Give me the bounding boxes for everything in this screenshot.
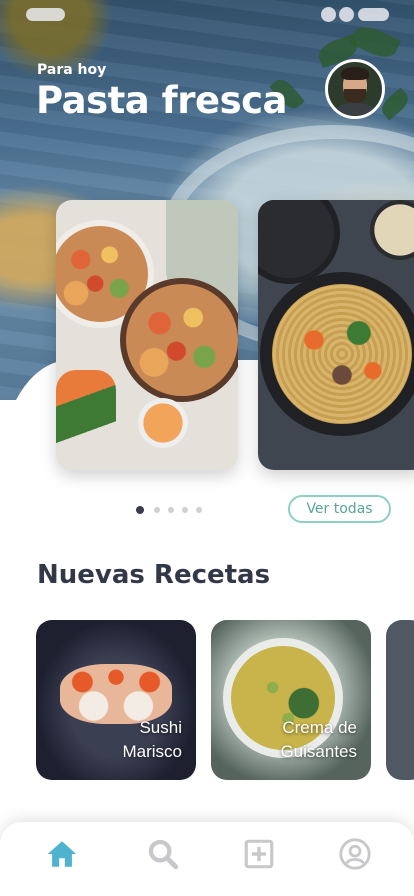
recipe-label-line: Marisco xyxy=(122,742,182,761)
status-signal-icon xyxy=(321,7,336,22)
pan-dish xyxy=(120,278,238,402)
recipe-card-partial[interactable] xyxy=(386,620,414,780)
home-icon xyxy=(47,841,77,867)
pagination-dot-active[interactable] xyxy=(136,506,144,514)
recipe-label: Sushi Marisco xyxy=(122,716,182,764)
carousel-card-salad-bowls[interactable] xyxy=(56,200,238,470)
recipe-label: Crema de Guisantes xyxy=(280,716,357,764)
pagination-dot[interactable] xyxy=(182,507,188,513)
status-time-placeholder xyxy=(26,8,65,21)
carousel-card-noodle-bowl[interactable] xyxy=(258,200,414,470)
pagination-dot[interactable] xyxy=(168,507,174,513)
recipe-label-line: Crema de xyxy=(282,718,357,737)
page-title: Pasta fresca xyxy=(36,79,288,122)
small-bowl xyxy=(258,200,340,284)
bottom-navigation xyxy=(0,822,414,896)
nav-home-button[interactable] xyxy=(40,836,84,872)
recipe-label-line: Guisantes xyxy=(280,742,357,761)
sushi-image xyxy=(60,664,172,724)
carrots xyxy=(56,370,116,470)
avatar[interactable] xyxy=(325,59,385,119)
section-title-new-recipes: Nuevas Recetas xyxy=(37,560,271,590)
search-icon xyxy=(148,839,179,870)
recipe-card-sushi[interactable]: Sushi Marisco xyxy=(36,620,196,780)
nav-profile-button[interactable] xyxy=(333,836,377,872)
avatar-hair xyxy=(341,67,369,80)
drink-glass xyxy=(138,398,188,448)
header-kicker: Para hoy xyxy=(37,62,107,78)
nav-search-button[interactable] xyxy=(141,836,185,872)
herb-leaf xyxy=(349,21,401,63)
profile-icon xyxy=(339,838,371,870)
view-all-button[interactable]: Ver todas xyxy=(288,495,391,523)
status-battery-icon xyxy=(358,8,389,21)
pagination-dot[interactable] xyxy=(154,507,160,513)
noodle-bowl xyxy=(260,272,414,436)
pagination-dot[interactable] xyxy=(196,507,202,513)
recipe-card-pea-soup[interactable]: Crema de Guisantes xyxy=(211,620,371,780)
avatar-beard xyxy=(344,89,366,103)
add-icon xyxy=(244,839,274,869)
sesame-bowl xyxy=(370,200,414,260)
status-wifi-icon xyxy=(339,7,354,22)
nav-add-button[interactable] xyxy=(237,836,281,872)
recipe-label-line: Sushi xyxy=(139,718,182,737)
